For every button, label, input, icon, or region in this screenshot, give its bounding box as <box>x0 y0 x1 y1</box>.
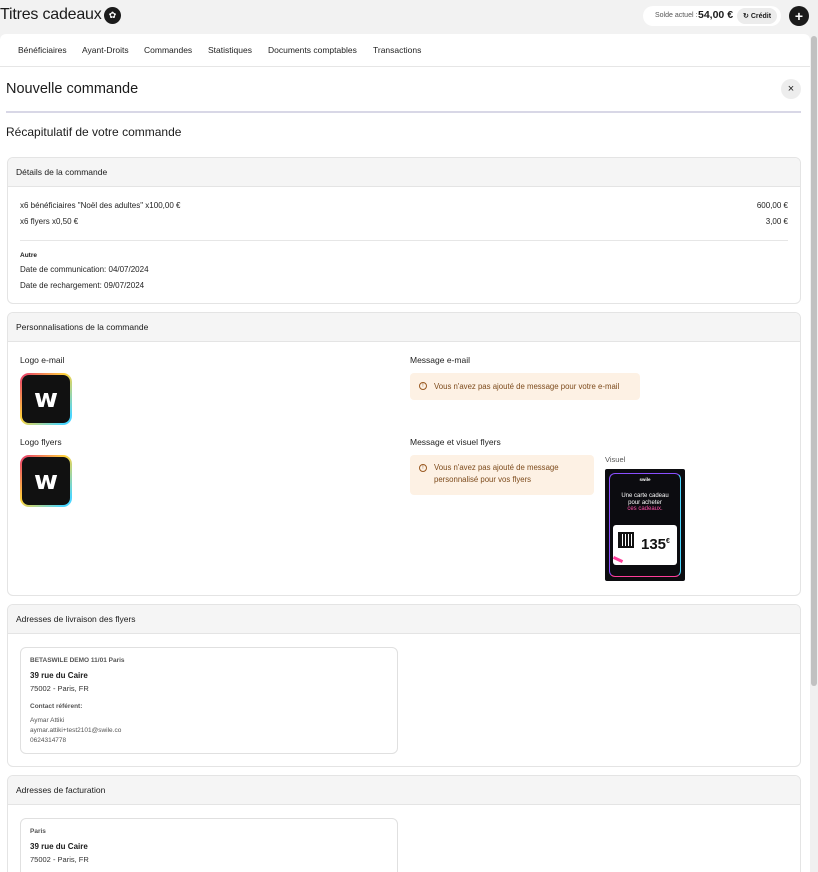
card-header: Détails de la commande <box>8 158 800 187</box>
email-logo-image: w <box>20 373 72 425</box>
card-header: Adresses de livraison des flyers <box>8 605 800 634</box>
summary-title: Récapitulatif de votre commande <box>6 125 182 139</box>
recharge-date: Date de rechargement: 09/07/2024 <box>20 281 145 290</box>
card-header: Adresses de facturation <box>8 776 800 805</box>
address-name: BETASWILE DEMO 11/01 Paris <box>30 657 125 664</box>
flyer-brand: swile <box>639 477 651 482</box>
email-message-warning: ! Vous n'avez pas ajouté de message pour… <box>410 373 640 400</box>
flyers-message-label: Message et visuel flyers <box>410 437 501 447</box>
delivery-address-box: BETASWILE DEMO 11/01 Paris 39 rue du Cai… <box>20 647 398 754</box>
address-street: 39 rue du Caire <box>30 842 88 851</box>
address-name: Paris <box>30 828 46 835</box>
close-icon: × <box>787 83 795 95</box>
visual-label: Visuel <box>605 455 626 464</box>
flyer-preview-image: swile Une carte cadeau pour acheter ces … <box>605 469 685 581</box>
top-bar: Titres cadeaux ✿ Solde actuel : 54,00 € … <box>0 0 818 34</box>
flyer-stripe <box>612 556 624 563</box>
order-details-card: Détails de la commande x6 bénéficiaires … <box>7 157 801 304</box>
flyer-currency: € <box>666 538 670 545</box>
warning-text: Vous n'avez pas ajouté de message <box>434 463 559 472</box>
delivery-addresses-card: Adresses de livraison des flyers BETASWI… <box>7 604 801 767</box>
flyers-logo-image: w <box>20 455 72 507</box>
tab-transactions[interactable]: Transactions <box>373 45 421 55</box>
card-header: Personnalisations de la commande <box>8 313 800 342</box>
line-item-label: x6 flyers x0,50 € <box>20 217 79 226</box>
billing-addresses-card: Adresses de facturation Paris 39 rue du … <box>7 775 801 872</box>
contact-email: aymar.attiki+test2101@swile.co <box>30 727 122 734</box>
scrollbar[interactable] <box>810 0 818 872</box>
info-icon: ! <box>419 382 427 390</box>
flyer-amount-value: 135 <box>641 536 667 553</box>
credit-button[interactable]: ↻ Crédit <box>737 8 777 24</box>
contact-label: Contact référent: <box>30 703 83 710</box>
refresh-icon: ↻ <box>742 13 749 20</box>
page-title: Nouvelle commande <box>6 81 139 97</box>
gift-icon[interactable]: ✿ <box>104 7 121 24</box>
flyer-headline-line: pour acheter <box>628 499 662 506</box>
scrollbar-thumb[interactable] <box>811 36 817 686</box>
flyers-message-warning: ! Vous n'avez pas ajouté de message pers… <box>410 455 594 495</box>
tab-beneficiaires[interactable]: Bénéficiaires <box>18 45 67 55</box>
card-title: Personnalisations de la commande <box>16 322 149 332</box>
nav-tabs: Bénéficiaires Ayant-Droits Commandes Sta… <box>0 34 810 67</box>
order-category: Autre <box>20 252 37 259</box>
close-button[interactable]: × <box>781 79 801 99</box>
flyer-headline: Une carte cadeau pour acheter <box>613 493 677 506</box>
tab-documents-comptables[interactable]: Documents comptables <box>268 45 357 55</box>
tab-statistiques[interactable]: Statistiques <box>208 45 252 55</box>
line-item-label: x6 bénéficiaires "Noël des adultes" x100… <box>20 201 181 210</box>
address-city: 75002 - Paris, FR <box>30 684 89 693</box>
divider <box>20 240 788 241</box>
line-item-amount: 3,00 € <box>765 217 788 226</box>
card-title: Détails de la commande <box>16 167 108 177</box>
main-panel: Bénéficiaires Ayant-Droits Commandes Sta… <box>0 34 810 872</box>
plus-icon: + <box>794 8 804 24</box>
warning-text: personnalisé pour vos flyers <box>434 475 532 484</box>
communication-date: Date de communication: 04/07/2024 <box>20 265 149 274</box>
qr-code-icon <box>618 532 634 548</box>
card-title: Adresses de facturation <box>16 785 106 795</box>
address-street: 39 rue du Caire <box>30 671 88 680</box>
flyer-accent-text: ces cadeaux. <box>627 506 663 512</box>
line-item-amount: 600,00 € <box>756 201 788 210</box>
tab-commandes[interactable]: Commandes <box>144 45 192 55</box>
tab-ayant-droits[interactable]: Ayant-Droits <box>82 45 129 55</box>
balance-value: 54,00 € <box>698 9 734 21</box>
address-city: 75002 - Paris, FR <box>30 855 89 864</box>
flyer-headline-line: Une carte cadeau <box>621 493 669 499</box>
email-logo-label: Logo e-mail <box>20 355 65 365</box>
flyer-amount: 135€ <box>641 536 670 553</box>
info-icon: ! <box>419 464 427 472</box>
add-button[interactable]: + <box>789 6 809 26</box>
flyers-logo-label: Logo flyers <box>20 437 62 447</box>
flyer-card: 135€ <box>612 525 677 565</box>
personalisation-card: Personnalisations de la commande Logo e-… <box>7 312 801 596</box>
app-title: Titres cadeaux <box>0 6 102 23</box>
credit-label: Crédit <box>750 12 772 20</box>
logo-mark: w <box>22 375 70 423</box>
contact-phone: 0624314778 <box>30 737 67 744</box>
contact-name: Aymar Attiki <box>30 717 65 724</box>
billing-address-box: Paris 39 rue du Caire 75002 - Paris, FR <box>20 818 398 872</box>
logo-mark: w <box>22 457 70 505</box>
card-title: Adresses de livraison des flyers <box>16 614 136 624</box>
email-message-label: Message e-mail <box>410 355 470 365</box>
balance-label: Solde actuel : <box>655 12 698 19</box>
balance-pill: Solde actuel : 54,00 € ↻ Crédit <box>643 6 781 26</box>
warning-text: Vous n'avez pas ajouté de message pour v… <box>434 382 620 391</box>
title-divider <box>6 111 801 113</box>
